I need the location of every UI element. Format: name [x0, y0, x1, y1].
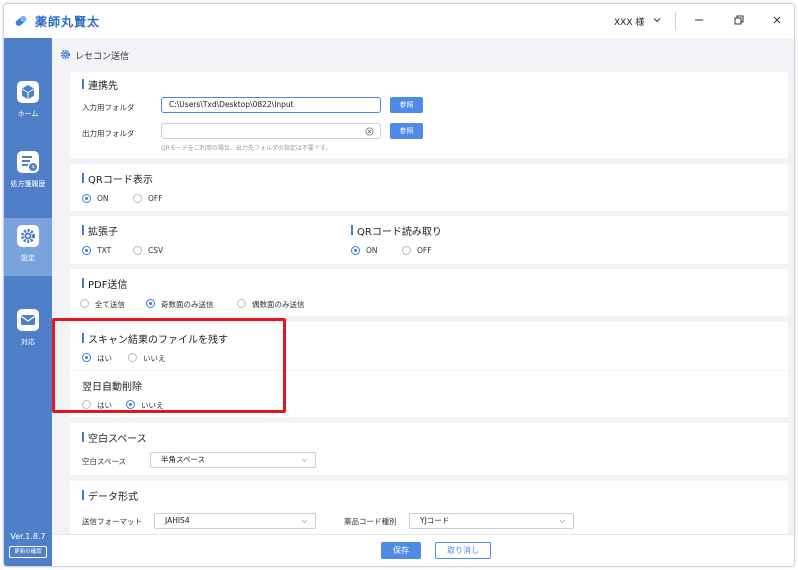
highlight-box: [52, 318, 286, 413]
save-button[interactable]: 保存: [381, 542, 421, 559]
user-menu[interactable]: XXX 様: [614, 15, 644, 28]
app-logo-icon: [15, 16, 27, 26]
sidebar-item-prescription-history[interactable]: 処方箋履歴: [4, 144, 52, 202]
sidebar-item-label: 処方箋履歴: [10, 180, 46, 188]
section-title: データ形式: [82, 488, 138, 503]
sidebar-item-label: 対応: [21, 338, 35, 346]
format-select[interactable]: JAHIS4: [154, 513, 316, 529]
connection-section: 連携先 入力用フォルダ C:\Users\Txd\Desktop\0822\In…: [70, 72, 788, 158]
section-title: 連携先: [82, 77, 118, 92]
extension-qr-read-section: 拡張子 TXT CSV QRコード読み取り ON OFF: [70, 216, 788, 264]
radio-label: OFF: [417, 246, 432, 255]
radio-unselected-icon: [80, 299, 89, 308]
footer-bar: 保存 取り消し: [52, 534, 794, 566]
titlebar-divider: [675, 12, 676, 30]
section-title: QRコード表示: [82, 171, 153, 186]
sidebar-item-settings[interactable]: 設定: [4, 218, 52, 276]
section-title: PDF送信: [82, 276, 127, 291]
mail-icon: [17, 309, 39, 331]
qr-display-section: QRコード表示 ON OFF: [70, 164, 788, 211]
radio-label: CSV: [148, 246, 164, 255]
output-browse-button[interactable]: 参照: [390, 123, 423, 139]
gear-icon: [60, 49, 71, 60]
chevron-down-icon[interactable]: [652, 15, 662, 25]
radio-unselected-icon: [133, 246, 142, 255]
sidebar-item-support[interactable]: 対応: [4, 302, 52, 360]
section-title: 空白スペース: [82, 430, 147, 445]
radio-selected-icon: [82, 194, 91, 203]
radio-unselected-icon: [133, 194, 142, 203]
section-title: 拡張子: [82, 223, 118, 238]
format-label: 送信フォーマット: [82, 517, 142, 526]
radio-label: 奇数面のみ送信: [161, 300, 214, 309]
sidebar-item-label: 設定: [21, 254, 35, 262]
radio-label: TXT: [97, 246, 112, 255]
input-browse-button[interactable]: 参照: [390, 97, 423, 113]
cube-icon: [17, 81, 39, 103]
drug-code-label: 薬品コード種別: [344, 517, 397, 526]
cancel-button[interactable]: 取り消し: [435, 542, 491, 559]
output-folder-hint: QRモードをご利用の場合、出力先フォルダの指定は不要です。: [161, 145, 332, 152]
settings-content[interactable]: レセコン送信 連携先 入力用フォルダ C:\Users\Txd\Desktop\…: [52, 38, 794, 534]
version-label: Ver.1.8.7: [10, 532, 46, 541]
radio-selected-icon: [351, 246, 360, 255]
radio-selected-icon: [82, 246, 91, 255]
chevron-down-icon: [559, 519, 566, 524]
chevron-down-icon: [301, 458, 308, 463]
select-value: YJコード: [420, 516, 450, 525]
gear-icon: [17, 225, 39, 247]
section-title: QRコード読み取り: [351, 223, 442, 238]
blank-space-section: 空白スペース 空白スペース 半角スペース: [70, 423, 788, 475]
input-folder-label: 入力用フォルダ: [82, 103, 135, 112]
blank-space-select[interactable]: 半角スペース: [150, 452, 316, 468]
sidebar-item-label: ホーム: [17, 110, 39, 118]
sidebar-item-home[interactable]: ホーム: [4, 74, 52, 132]
history-icon: [17, 151, 39, 173]
radio-unselected-icon: [402, 246, 411, 255]
drug-code-select[interactable]: YJコード: [409, 513, 574, 529]
sidebar: ホーム 処方箋履歴 設定 対応 Ver.1.8.7 更新の確認: [4, 38, 52, 566]
input-folder-field[interactable]: C:\Users\Txd\Desktop\0822\Input: [161, 97, 381, 113]
radio-label: ON: [366, 246, 378, 255]
blank-space-label: 空白スペース: [82, 457, 127, 466]
radio-unselected-icon: [237, 299, 246, 308]
select-value: 半角スペース: [161, 455, 206, 464]
pdf-send-section: PDF送信 全て送信 奇数面のみ送信 偶数面のみ送信: [70, 269, 788, 316]
minimize-icon[interactable]: [692, 13, 706, 27]
restore-icon[interactable]: [732, 13, 746, 27]
clear-icon[interactable]: [365, 127, 374, 136]
page-title: レセコン送信: [75, 52, 130, 62]
output-folder-label: 出力用フォルダ: [82, 129, 135, 138]
chevron-down-icon: [301, 519, 308, 524]
radio-label: 偶数面のみ送信: [252, 300, 305, 309]
select-value: JAHIS4: [165, 516, 190, 525]
radio-selected-icon: [146, 299, 155, 308]
radio-label: OFF: [148, 194, 163, 203]
app-window: 薬師丸賢太 XXX 様 ホーム 処方箋履歴 設定 対応 Ver.1.8.7 更新…: [3, 3, 795, 567]
radio-label: ON: [97, 194, 109, 203]
close-icon[interactable]: [770, 13, 784, 27]
app-title: 薬師丸賢太: [35, 15, 101, 29]
data-format-section: データ形式 送信フォーマット JAHIS4 薬品コード種別 YJコード: [70, 481, 788, 534]
title-bar: 薬師丸賢太 XXX 様: [4, 4, 794, 38]
output-folder-field[interactable]: [161, 123, 381, 139]
check-update-button[interactable]: 更新の確認: [9, 546, 47, 558]
radio-label: 全て送信: [95, 300, 125, 309]
